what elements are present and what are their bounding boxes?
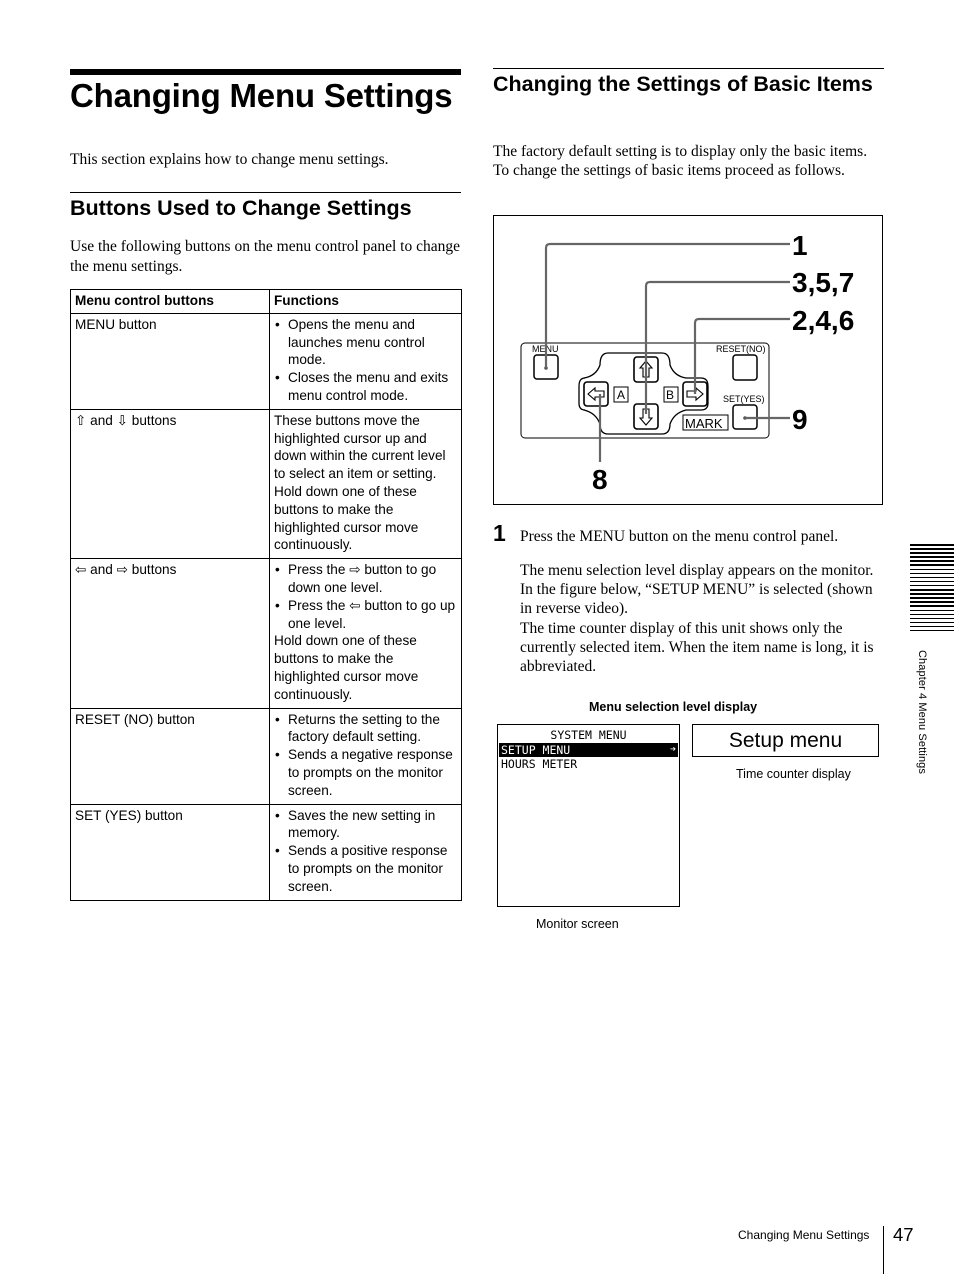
- set-label: SET(YES): [723, 394, 765, 404]
- table-cell-button: MENU button: [70, 312, 270, 410]
- intro-text: This section explains how to change menu…: [70, 151, 389, 168]
- a-label: A: [617, 388, 625, 402]
- monitor-selected-item: SETUP MENU ➔: [499, 743, 678, 757]
- callout-right: 2,4,6: [792, 305, 854, 336]
- title-rule: [70, 69, 461, 75]
- function-list: Opens the menu and launches menu control…: [274, 316, 457, 405]
- table-row: ⇧ and ⇩ buttons These buttons move the h…: [70, 408, 462, 560]
- table-row: ⇦ and ⇨ buttons Press the ⇨ button to go…: [70, 558, 462, 709]
- step-number: 1: [493, 520, 506, 546]
- table-row: RESET (NO) button Returns the setting to…: [70, 707, 462, 805]
- function-bullet: Sends a positive response to prompts on …: [274, 842, 457, 895]
- table-row: MENU button Opens the menu and launches …: [70, 312, 462, 410]
- step-description: The menu selection level display appears…: [520, 561, 886, 676]
- table-cell-function: These buttons move the highlighted curso…: [269, 408, 462, 560]
- section-rule: [493, 68, 884, 69]
- table-cell-function: Saves the new setting in memory. Sends a…: [269, 803, 462, 901]
- table-cell-function: Press the ⇨ button to go down one level.…: [269, 558, 462, 709]
- right-arrow-icon: ➔: [669, 744, 676, 755]
- control-panel-illustration: MENU RESET(NO) SET(YES) MARK A B 1 3,5,7…: [520, 230, 854, 495]
- table-cell-button: RESET (NO) button: [70, 707, 270, 805]
- table-cell-function: Returns the setting to the factory defau…: [269, 707, 462, 805]
- page-title: Changing Menu Settings: [70, 77, 453, 114]
- section-heading-basic: Changing the Settings of Basic Items: [493, 72, 873, 96]
- monitor-caption: Monitor screen: [536, 917, 619, 931]
- table-cell-button: SET (YES) button: [70, 803, 270, 901]
- table-cell-button: ⇧ and ⇩ buttons: [70, 408, 270, 560]
- function-bullet: Press the ⇦ button to go up one level.: [274, 597, 457, 633]
- reset-button[interactable]: [732, 354, 758, 381]
- function-bullet: Closes the menu and exits menu control m…: [274, 369, 457, 405]
- footer-section-label: Changing Menu Settings: [738, 1228, 870, 1242]
- callout-up-down: 3,5,7: [792, 267, 854, 298]
- page-number: 47: [893, 1224, 914, 1245]
- function-bullet: Opens the menu and launches menu control…: [274, 316, 457, 369]
- figure-caption: Menu selection level display: [589, 700, 758, 714]
- function-bullet: Press the ⇨ button to go down one level.: [274, 561, 457, 597]
- chapter-tab-label: Chapter 4 Menu Settings: [916, 650, 928, 774]
- step-description-para: The menu selection level display appears…: [520, 562, 874, 618]
- section-body-basic: The factory default setting is to displa…: [493, 143, 868, 179]
- section-body-buttons: Use the following buttons on the menu co…: [70, 238, 460, 275]
- reset-label: RESET(NO): [716, 344, 766, 354]
- callout-set: 9: [792, 404, 808, 435]
- buttons-table: Menu control buttons Functions MENU butt…: [70, 289, 462, 901]
- section-rule: [70, 192, 461, 193]
- table-header-row: Menu control buttons Functions: [70, 289, 462, 314]
- mark-label: MARK: [685, 416, 723, 431]
- time-counter-caption: Time counter display: [736, 767, 851, 781]
- function-bullet: Saves the new setting in memory.: [274, 807, 457, 843]
- function-note: Hold down one of these buttons to make t…: [274, 633, 419, 702]
- chapter-tab-bars: [910, 544, 954, 634]
- step-description-para: The time counter display of this unit sh…: [520, 619, 874, 676]
- b-label: B: [666, 388, 674, 402]
- callout-left: 8: [592, 464, 608, 495]
- left-button[interactable]: [583, 381, 609, 407]
- table-header-functions: Functions: [269, 289, 462, 314]
- control-panel-diagram: MENU RESET(NO) SET(YES) MARK A B 1 3,5,7…: [493, 215, 883, 505]
- step-instruction: Press the MENU button on the menu contro…: [520, 528, 839, 545]
- table-header-buttons: Menu control buttons: [70, 289, 270, 314]
- callout-menu: 1: [792, 230, 808, 261]
- function-bullet: Sends a negative response to prompts on …: [274, 746, 457, 799]
- section-heading-buttons: Buttons Used to Change Settings: [70, 196, 412, 220]
- monitor-screen: SYSTEM MENU SETUP MENU ➔ HOURS METER: [497, 724, 680, 907]
- function-bullet: Returns the setting to the factory defau…: [274, 711, 457, 747]
- monitor-menu-title: SYSTEM MENU: [550, 728, 627, 742]
- time-counter-display: Setup menu: [692, 724, 879, 757]
- function-list: Returns the setting to the factory defau…: [274, 711, 457, 800]
- function-list: Press the ⇨ button to go down one level.…: [274, 561, 457, 632]
- monitor-menu-item: HOURS METER: [501, 757, 578, 771]
- monitor-selected-item-label: SETUP MENU: [501, 743, 571, 757]
- table-cell-button: ⇦ and ⇨ buttons: [70, 558, 270, 709]
- table-row: SET (YES) button Saves the new setting i…: [70, 803, 462, 901]
- footer-divider: [883, 1226, 884, 1274]
- function-list: Saves the new setting in memory. Sends a…: [274, 807, 457, 896]
- table-cell-function: Opens the menu and launches menu control…: [269, 312, 462, 410]
